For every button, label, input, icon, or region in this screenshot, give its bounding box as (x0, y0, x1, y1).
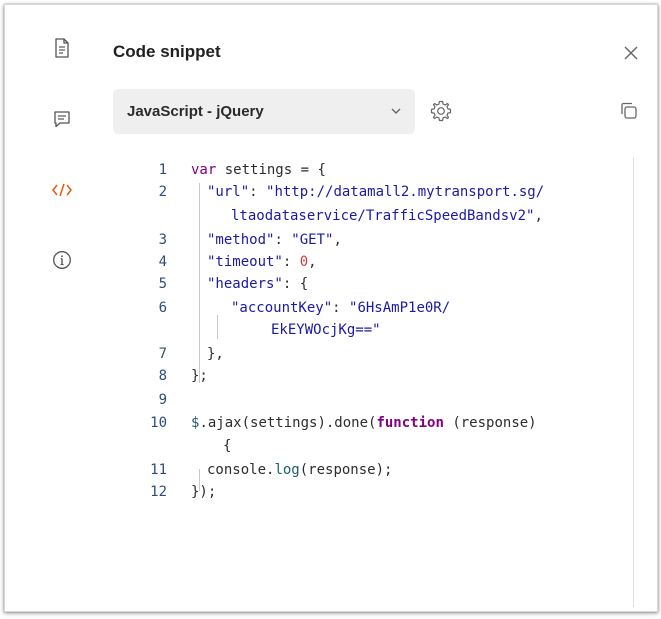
close-icon (624, 46, 638, 60)
gear-icon (430, 100, 452, 122)
settings-button[interactable] (429, 99, 453, 123)
chevron-down-icon (391, 108, 401, 114)
code-token: (response); (299, 462, 393, 478)
code-token: log (274, 462, 300, 478)
code-token: "headers" (207, 276, 283, 292)
line-number: 7 (158, 346, 167, 362)
code-token: function (376, 415, 444, 431)
code-line: "accountKey": "6HsAmP1e0R/ (231, 297, 450, 319)
code-token: }); (191, 484, 217, 500)
code-token: , (333, 232, 342, 248)
code-line: "headers": { (207, 273, 308, 295)
copy-icon (621, 102, 637, 119)
line-number: 2 (158, 184, 167, 200)
code-token: ltaodataservice/TrafficSpeedBandsv2" (231, 208, 535, 224)
code-token: console. (207, 462, 275, 478)
code-token: }, (207, 346, 224, 362)
code-token: { (223, 438, 232, 454)
code-token: "method" (207, 232, 275, 248)
code-snippet-panel: Code snippet JavaScript - jQuery 1 var se… (4, 4, 658, 612)
line-number: 3 (158, 232, 167, 248)
code-token: : { (282, 276, 309, 292)
line-number: 5 (158, 276, 167, 292)
document-icon[interactable] (51, 37, 73, 59)
line-number: 9 (158, 392, 167, 408)
code-line: "method": "GET", (207, 229, 342, 251)
code-token: .ajax(settings).done( (199, 415, 377, 431)
code-editor: 1 var settings = { 2 "url": "http://datamal… (125, 157, 655, 607)
line-number: 11 (150, 462, 167, 478)
code-line: "timeout": 0, (207, 251, 317, 273)
indent-guide (199, 183, 200, 383)
copy-button[interactable] (619, 101, 641, 123)
code-line: $.ajax(settings).done(function (response… (191, 412, 537, 434)
code-token: "6HsAmP1e0R/ (349, 300, 451, 316)
code-line: ltaodataservice/TrafficSpeedBandsv2", (231, 205, 543, 227)
code-icon[interactable] (51, 179, 73, 201)
code-token: 0 (299, 254, 309, 270)
code-line: { (223, 435, 231, 457)
line-number: 12 (150, 484, 167, 500)
panel-title: Code snippet (113, 42, 221, 61)
line-number: 6 (158, 300, 167, 316)
language-select-value: JavaScript - jQuery (127, 103, 264, 120)
code-token: , (534, 208, 543, 224)
code-token: "url" (207, 184, 250, 200)
indent-guide (217, 315, 218, 339)
code-token: : (274, 232, 292, 248)
code-token: "timeout" (207, 254, 283, 270)
code-line: }; (191, 365, 208, 387)
code-line: "url": "http://datamall2.mytransport.sg/ (207, 181, 544, 203)
info-icon[interactable] (51, 249, 73, 271)
close-button[interactable] (620, 42, 642, 64)
code-token: (response) (443, 415, 537, 431)
code-token: settings = { (216, 162, 326, 178)
code-line: EkEYWOcjKg==" (271, 319, 381, 341)
code-token: : (249, 184, 267, 200)
line-number: 4 (158, 254, 167, 270)
code-token: }; (191, 368, 208, 384)
line-number: 8 (158, 368, 167, 384)
code-token: EkEYWOcjKg==" (271, 322, 381, 338)
line-number: 10 (150, 415, 167, 431)
code-line: }); (191, 481, 216, 503)
code-line: var settings = { (191, 159, 326, 181)
code-token: , (308, 254, 317, 270)
code-token: "accountKey" (231, 300, 333, 316)
language-select[interactable]: JavaScript - jQuery (113, 89, 415, 134)
line-number: 1 (158, 162, 167, 178)
code-token: : (332, 300, 350, 316)
code-token: "http://datamall2.mytransport.sg/ (266, 184, 545, 200)
code-line: console.log(response); (207, 459, 392, 481)
code-line: }, (207, 343, 224, 365)
comment-icon[interactable] (51, 108, 73, 130)
code-token: : (282, 254, 300, 270)
code-token: "GET" (291, 232, 334, 248)
code-token: var (191, 162, 217, 178)
